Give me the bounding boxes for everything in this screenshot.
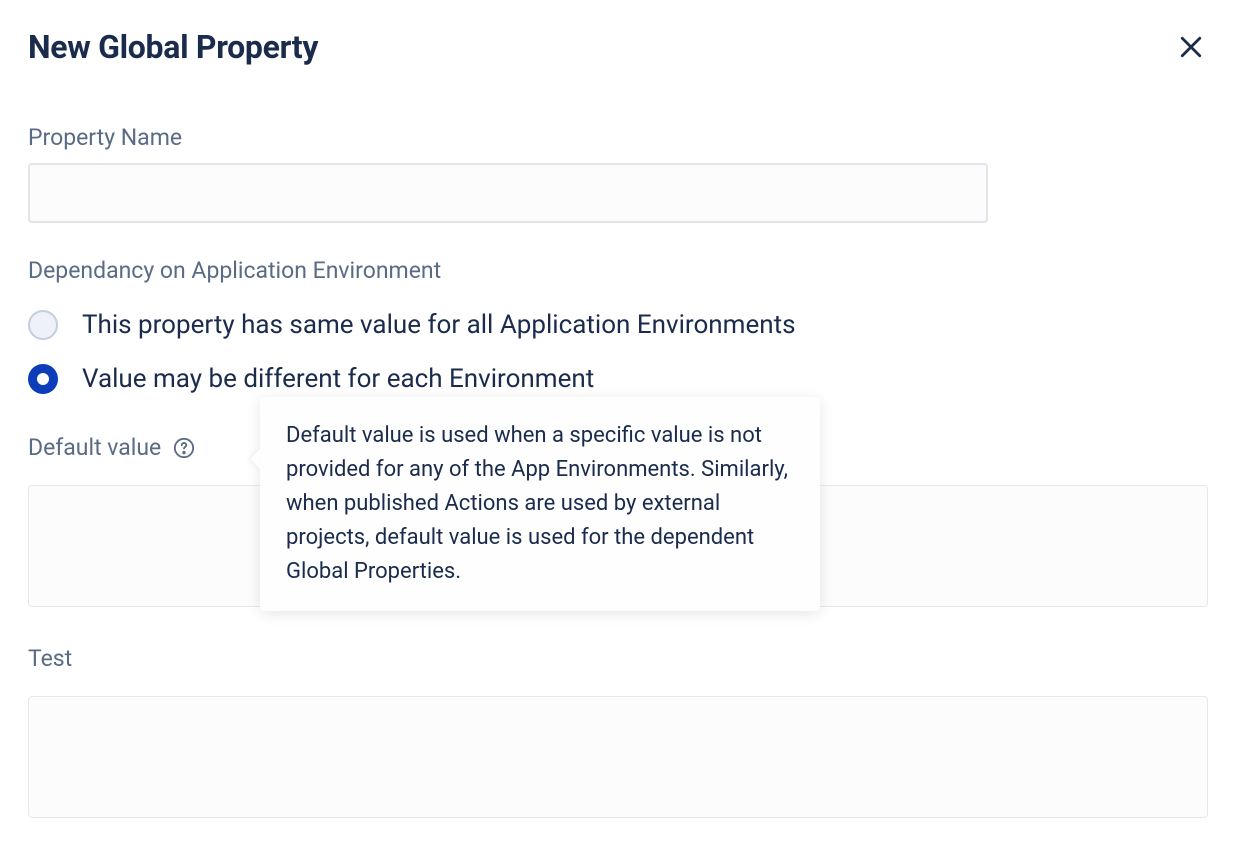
property-name-label: Property Name bbox=[28, 124, 1210, 151]
close-icon bbox=[1176, 32, 1206, 62]
default-value-tooltip: Default value is used when a specific va… bbox=[260, 397, 820, 611]
radio-button-unselected bbox=[28, 310, 58, 340]
radio-option-different-value[interactable]: Value may be different for each Environm… bbox=[28, 364, 1210, 394]
dependency-section-label: Dependancy on Application Environment bbox=[28, 257, 1210, 284]
default-value-label: Default value bbox=[28, 434, 161, 461]
test-input[interactable] bbox=[28, 696, 1208, 818]
help-icon[interactable] bbox=[173, 437, 195, 459]
test-label: Test bbox=[28, 645, 72, 672]
radio-button-selected bbox=[28, 364, 58, 394]
radio-label: This property has same value for all App… bbox=[82, 310, 796, 340]
property-name-input[interactable] bbox=[28, 163, 988, 223]
radio-label: Value may be different for each Environm… bbox=[82, 364, 594, 394]
close-button[interactable] bbox=[1172, 28, 1210, 66]
dialog-title: New Global Property bbox=[28, 28, 318, 66]
radio-option-same-value[interactable]: This property has same value for all App… bbox=[28, 310, 1210, 340]
